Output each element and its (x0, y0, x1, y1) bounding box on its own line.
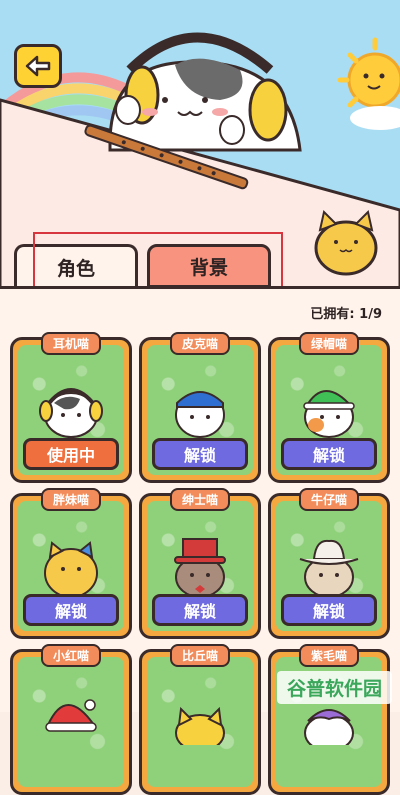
tab-background[interactable]: 背景 (147, 244, 271, 288)
yellow-cat-icon (175, 706, 225, 745)
card-name: 比丘喵 (169, 644, 231, 667)
watermark: 谷普软件园 (276, 671, 392, 704)
card-name: 小红喵 (40, 644, 102, 667)
character-card[interactable]: 耳机喵 使用中 (10, 332, 132, 483)
cowboy-cat-icon (299, 539, 359, 598)
character-card[interactable]: 皮克喵 解锁 (139, 332, 261, 483)
character-card[interactable]: 绿帽喵 解锁 (268, 332, 390, 483)
character-card[interactable]: 胖妹喵 解锁 (10, 488, 132, 639)
santa-hat-cat-icon (45, 699, 97, 732)
card-name: 绿帽喵 (298, 332, 360, 355)
orange-cat-mascot (314, 210, 378, 276)
unlock-button[interactable]: 解锁 (281, 594, 377, 626)
back-button[interactable] (14, 44, 62, 88)
owned-count: 已拥有: 1/9 (310, 307, 382, 322)
headphone-cat-icon (39, 388, 103, 438)
in-use-button[interactable]: 使用中 (23, 438, 119, 470)
pirate-cat-icon (175, 391, 225, 438)
tab-background-label: 背景 (189, 256, 228, 279)
green-hat-cat-icon (303, 390, 355, 438)
card-name: 耳机喵 (40, 332, 102, 355)
tab-role-label: 角色 (56, 258, 95, 280)
tab-role[interactable]: 角色 (14, 244, 138, 288)
card-name: 胖妹喵 (40, 488, 102, 511)
arrow-left-icon (25, 55, 51, 77)
character-grid-panel: 已拥有: 1/9 耳机喵 使用中 皮克喵 解锁 绿帽喵 解锁 胖妹喵 解锁 绅士… (0, 286, 400, 795)
character-card[interactable]: 小红喵 (10, 644, 132, 795)
character-card[interactable]: 绅士喵 解锁 (139, 488, 261, 639)
unlock-button[interactable]: 解锁 (23, 594, 119, 626)
unlock-button[interactable]: 解锁 (281, 438, 377, 470)
chubby-cat-icon (44, 541, 98, 598)
card-name: 牛仔喵 (298, 488, 360, 511)
gentleman-cat-icon (174, 538, 226, 598)
unlock-button[interactable]: 解锁 (152, 438, 248, 470)
character-card[interactable]: 牛仔喵 解锁 (268, 488, 390, 639)
card-name: 紫毛喵 (298, 644, 360, 667)
card-name: 绅士喵 (169, 488, 231, 511)
character-card[interactable]: 比丘喵 (139, 644, 261, 795)
unlock-button[interactable]: 解锁 (152, 594, 248, 626)
card-name: 皮克喵 (169, 332, 231, 355)
